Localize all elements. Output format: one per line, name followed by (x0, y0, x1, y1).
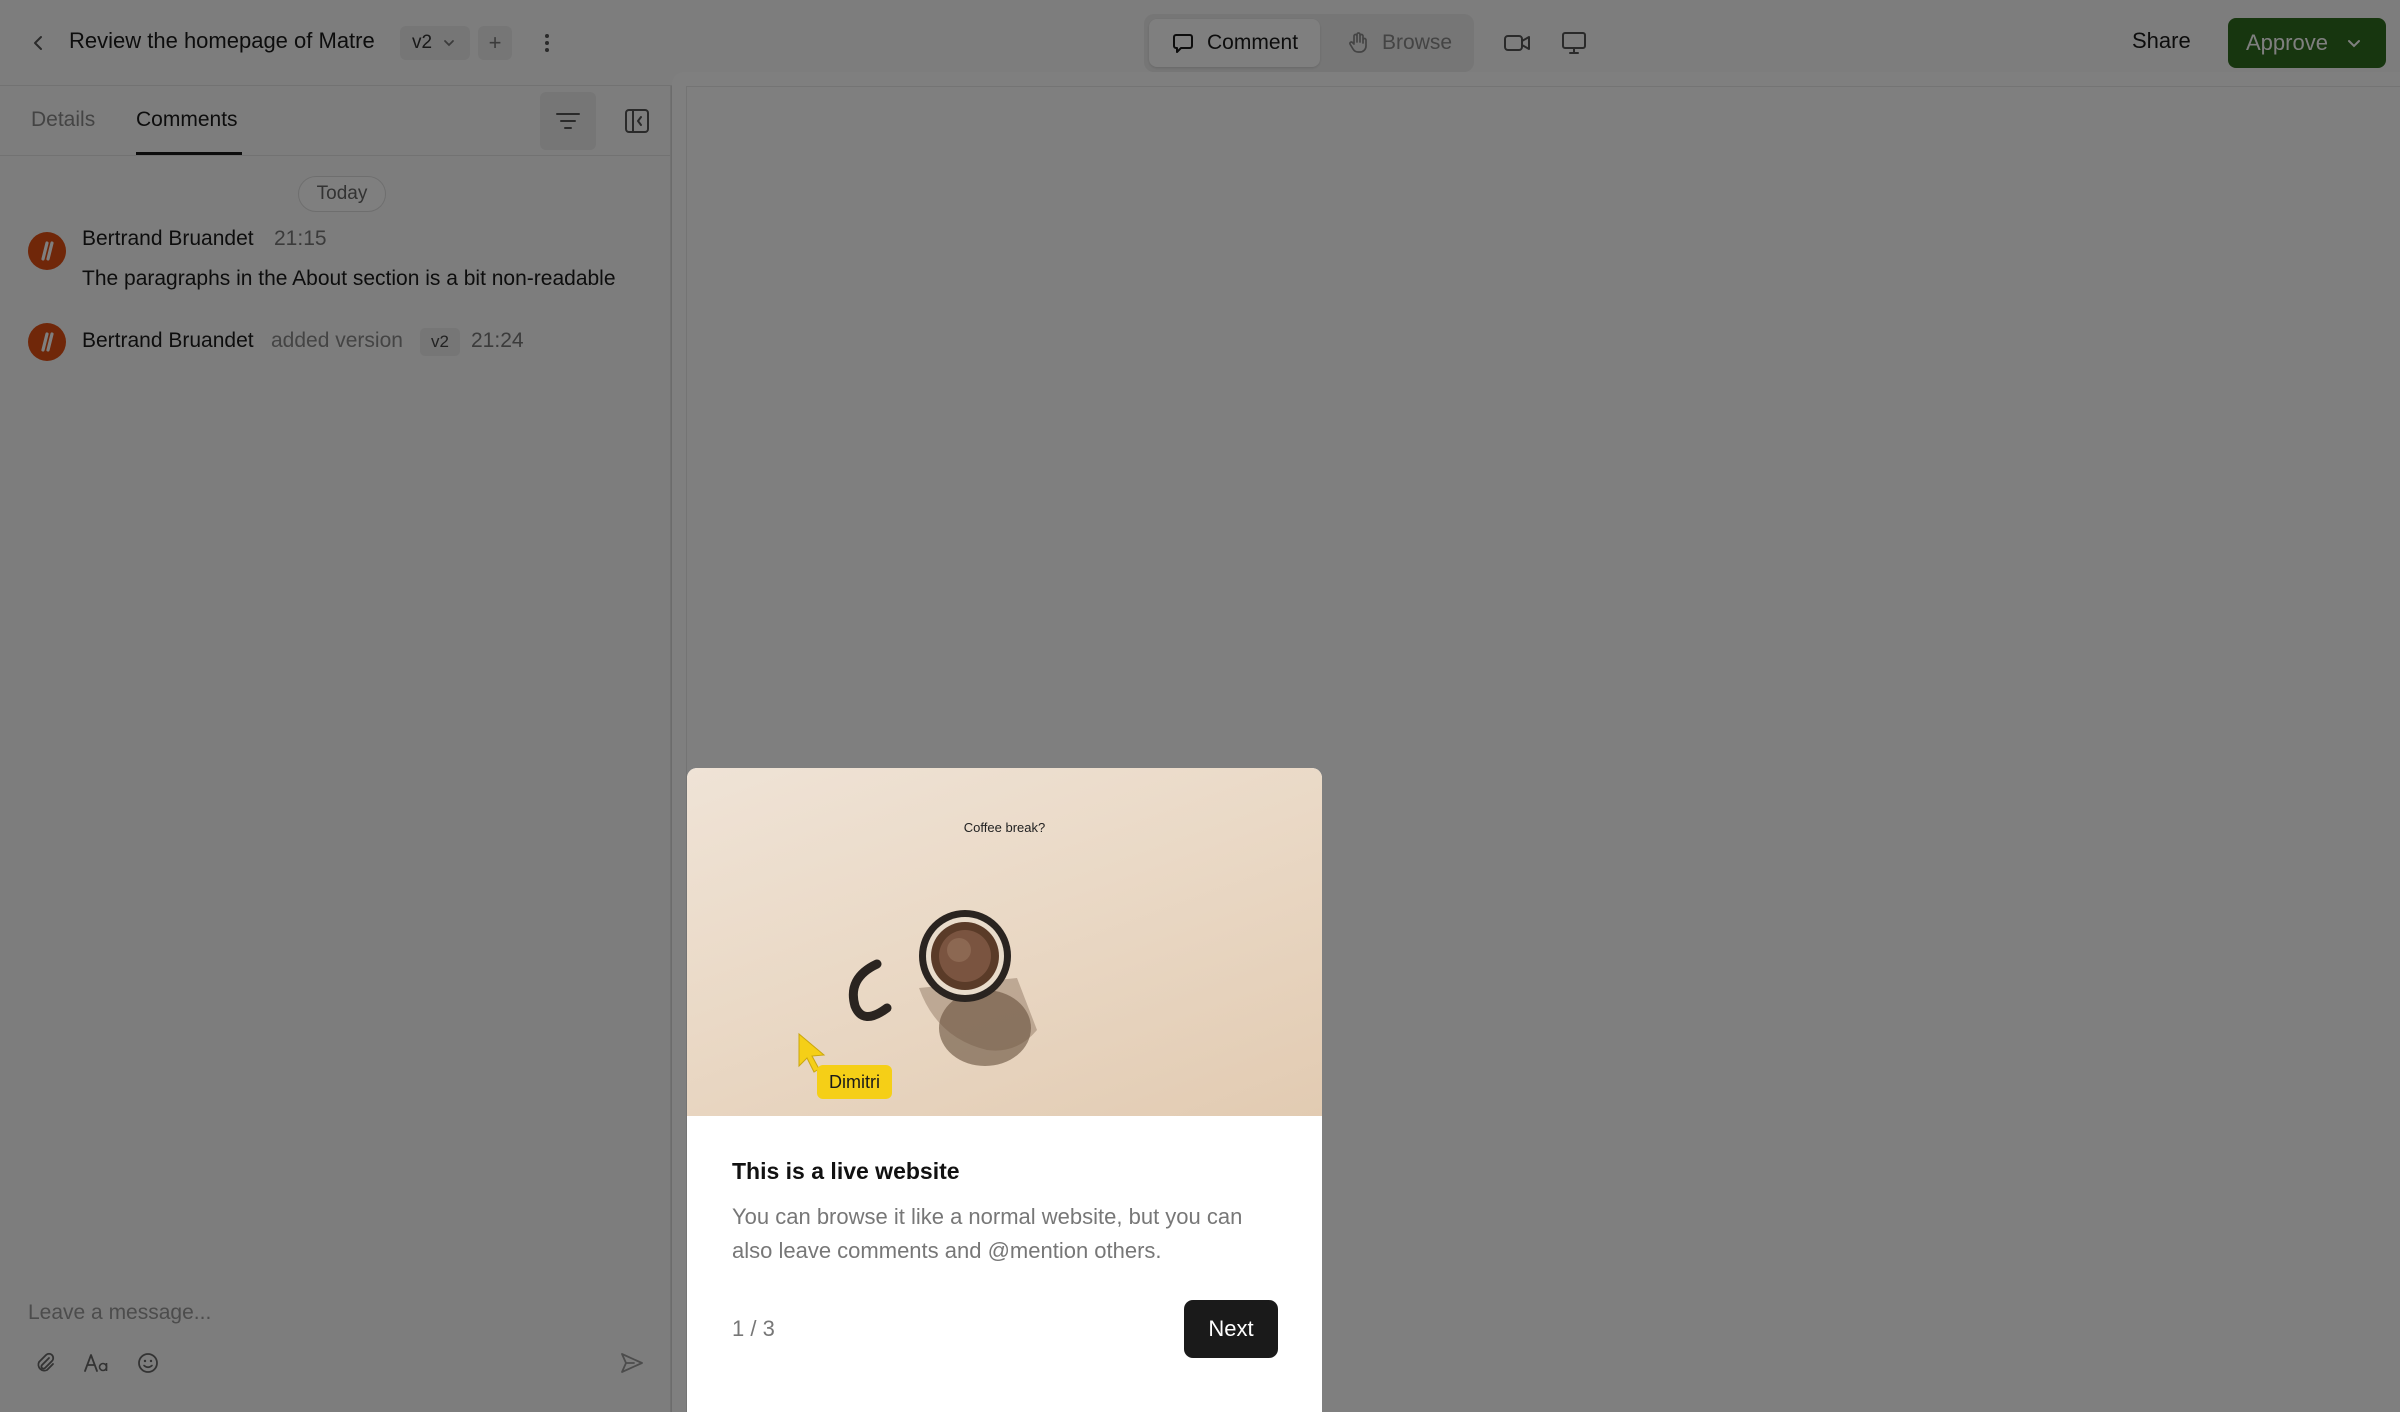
onboarding-step-counter: 1 / 3 (732, 1316, 775, 1341)
next-button[interactable]: Next (1184, 1300, 1278, 1358)
onboarding-illustration: Coffee break? Dimitri (687, 768, 1322, 1116)
onboarding-title: This is a live website (732, 1158, 960, 1184)
onboarding-card: Coffee break? Dimitri This is a live web… (687, 768, 1322, 1412)
onboarding-description: You can browse it like a normal website,… (732, 1204, 1243, 1263)
cursor-name-tag: Dimitri (817, 1065, 892, 1099)
hero-caption: Coffee break? (963, 820, 1046, 835)
